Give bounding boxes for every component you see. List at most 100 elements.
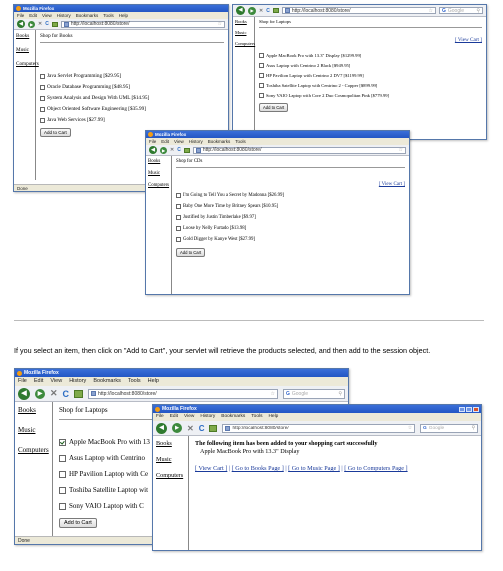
nav-link-music[interactable]: Music [148,171,169,176]
menu-bookmarks[interactable]: Bookmarks [221,413,245,421]
menu-tools[interactable]: Tools [103,12,114,19]
stop-icon[interactable]: ✕ [38,21,42,27]
go-to-music-link[interactable]: [ Go to Music Page ] [288,465,340,472]
menu-help[interactable]: Help [268,413,278,421]
menu-tools[interactable]: Tools [251,413,262,421]
menu-history[interactable]: History [189,138,203,145]
menu-history[interactable]: History [200,413,215,421]
menu-help[interactable]: Help [119,12,128,19]
product-checkbox[interactable] [40,84,45,90]
product-checkbox[interactable] [40,73,45,79]
menu-file[interactable]: File [149,138,156,145]
home-icon[interactable] [183,147,190,153]
reload-icon[interactable]: C [199,424,205,433]
product-checkbox[interactable] [176,204,181,209]
menu-bookmarks[interactable]: Bookmarks [76,12,99,19]
forward-arrow-icon[interactable]: ▶ [28,20,35,28]
product-checkbox[interactable] [259,93,264,98]
menu-bookmarks[interactable]: Bookmarks [93,377,121,386]
product-checkbox[interactable] [59,438,66,446]
add-to-cart-button[interactable]: Add to Cart [59,518,97,528]
back-arrow-icon[interactable]: ◀ [156,422,167,434]
menu-file[interactable]: File [156,413,164,421]
product-checkbox[interactable] [176,193,181,198]
product-checkbox[interactable] [59,486,66,494]
menu-view[interactable]: View [42,12,52,19]
product-checkbox[interactable] [40,106,45,112]
address-bar[interactable]: http://localhost:8080/store/ ☆ [281,7,436,14]
back-arrow-icon[interactable]: ◀ [18,387,30,400]
search-icon[interactable]: ⚲ [476,8,480,14]
nav-link-music[interactable]: Music [156,456,185,463]
menu-tools[interactable]: Tools [235,138,246,145]
product-checkbox[interactable] [59,502,66,510]
menu-view[interactable]: View [50,377,62,386]
close-icon[interactable] [473,406,479,412]
add-to-cart-button[interactable]: Add to Cart [176,248,206,257]
stop-icon[interactable]: ✕ [170,147,174,153]
forward-arrow-icon[interactable]: ▶ [160,146,167,154]
nav-link-music[interactable]: Music [235,30,252,35]
address-bar[interactable]: http://localhost:8080/store/ ☆ [60,20,225,28]
forward-arrow-icon[interactable]: ▶ [35,388,45,399]
search-box[interactable]: G Google ⚲ [420,423,478,433]
reload-icon[interactable]: C [177,147,181,153]
search-icon[interactable]: ⚲ [471,426,475,431]
minimize-icon[interactable] [459,406,465,412]
address-bar[interactable]: http://localhost:8080/store/ ☆ [222,423,415,433]
back-arrow-icon[interactable]: ◀ [236,6,245,15]
product-checkbox[interactable] [59,454,66,462]
product-checkbox[interactable] [259,63,264,68]
stop-icon[interactable]: ✕ [259,8,263,14]
bookmark-star-icon[interactable]: ☆ [429,8,433,14]
stop-icon[interactable]: ✕ [50,388,58,399]
menu-edit[interactable]: Edit [161,138,169,145]
reload-icon[interactable]: C [45,21,49,27]
menu-bookmarks[interactable]: Bookmarks [208,138,231,145]
menu-edit[interactable]: Edit [170,413,178,421]
nav-link-books[interactable]: Books [18,406,49,414]
menu-file[interactable]: File [18,377,27,386]
product-checkbox[interactable] [176,226,181,231]
product-checkbox[interactable] [59,470,66,478]
menu-help[interactable]: Help [148,377,159,386]
menu-view[interactable]: View [174,138,184,145]
stop-icon[interactable]: ✕ [187,424,194,433]
back-arrow-icon[interactable]: ◀ [149,146,157,154]
back-arrow-icon[interactable]: ◀ [17,20,25,28]
search-box[interactable]: G Google ⚲ [439,7,483,14]
go-to-computers-link[interactable]: [ Go to Computers Page ] [344,465,407,472]
reload-icon[interactable]: C [266,8,270,14]
search-icon[interactable]: ⚲ [338,391,342,397]
bookmark-star-icon[interactable]: ☆ [218,21,222,27]
menu-history[interactable]: History [69,377,86,386]
nav-link-computers[interactable]: Computers [148,183,169,188]
nav-link-computers[interactable]: Computers [16,61,39,67]
nav-link-books[interactable]: Books [16,33,33,39]
nav-link-books[interactable]: Books [156,440,185,447]
product-checkbox[interactable] [40,117,45,123]
bookmark-star-icon[interactable]: ☆ [271,391,275,397]
nav-link-books[interactable]: Books [148,159,169,164]
nav-link-music[interactable]: Music [18,426,49,434]
menu-view[interactable]: View [184,413,194,421]
view-cart-link[interactable]: [ View Cart ] [195,465,227,472]
forward-arrow-icon[interactable]: ▶ [248,6,256,15]
home-icon[interactable] [51,21,58,27]
nav-link-music[interactable]: Music [16,47,33,53]
bookmark-star-icon[interactable]: ☆ [399,147,403,153]
address-bar[interactable]: http://localhost:8080/store/ ☆ [192,146,406,154]
product-checkbox[interactable] [259,53,264,58]
nav-link-books[interactable]: Books [235,19,252,24]
menu-edit[interactable]: Edit [29,12,37,19]
go-to-books-link[interactable]: [ Go to Books Page ] [232,465,284,472]
view-cart-link[interactable]: [ View Cart ] [176,182,405,187]
product-checkbox[interactable] [259,83,264,88]
view-cart-link[interactable]: [ View Cart ] [259,37,482,43]
product-checkbox[interactable] [259,73,264,78]
reload-icon[interactable]: C [63,389,70,399]
add-to-cart-button[interactable]: Add to Cart [40,128,71,137]
add-to-cart-button[interactable]: Add to Cart [259,103,289,112]
home-icon[interactable] [74,389,84,398]
home-icon[interactable] [272,8,279,13]
